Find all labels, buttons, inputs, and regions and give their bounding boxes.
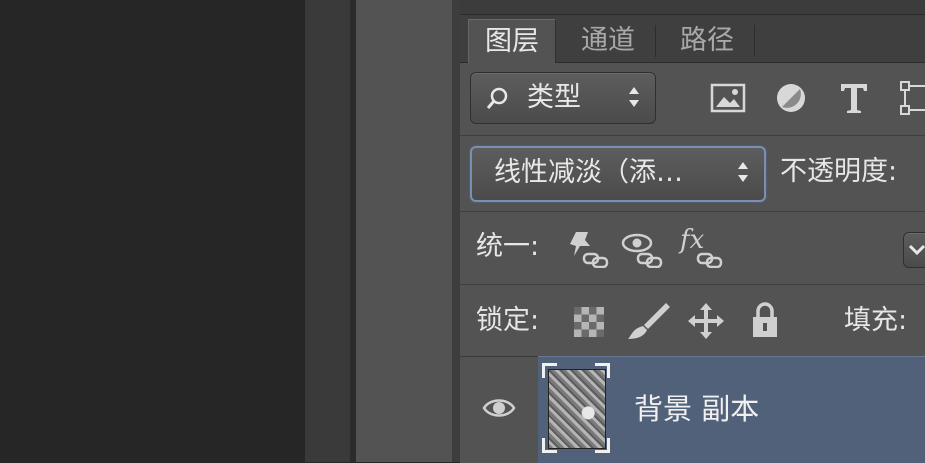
panel-tab-bar: 图层 通道 路径 [460,15,925,63]
thumbnail-corner-mark [595,363,610,378]
unify-position-icon[interactable] [566,226,612,268]
thumbnail-corner-mark [542,363,557,378]
type-filter-icon[interactable] [838,80,870,116]
unify-visibility-icon[interactable] [620,226,666,268]
lock-image-pixels-icon[interactable] [626,301,672,343]
layer-thumbnail[interactable] [542,363,610,453]
layer-selected-body[interactable]: 背景 副本 [538,356,925,463]
image-filter-icon[interactable] [710,82,746,114]
layer-row[interactable]: 背景 副本 [460,356,925,463]
lock-all-icon[interactable] [750,301,780,339]
search-icon [486,87,508,109]
collapsed-panel-dock [356,0,452,462]
eye-icon [482,399,516,417]
svg-text:fx: fx [678,225,705,255]
tab-channels[interactable]: 通道 [564,19,652,62]
panel-dock-divider-2 [452,0,460,462]
fill-label: 填充: [844,305,908,336]
stepper-arrows-icon [627,87,641,111]
layer-filter-row: 类型 [460,63,925,133]
blend-mode-select[interactable]: 线性减淡（添… [470,146,766,202]
panel-dock-gutter [305,0,350,462]
chevron-down-icon [908,244,925,256]
unify-row: 统一: fx [460,211,925,284]
unify-label: 统一: [476,231,540,262]
layers-panel: 图层 通道 路径 类型 线性减淡（添… 不透明度: 统一: fx 锁定: 填充:… [460,0,925,463]
blend-mode-row: 线性减淡（添… 不透明度: [460,135,925,211]
layer-visibility-toggle[interactable] [460,356,538,463]
opacity-label: 不透明度: [780,156,898,187]
blend-mode-label: 线性减淡（添… [494,157,683,188]
filter-kind-select[interactable]: 类型 [470,72,656,124]
tab-paths[interactable]: 路径 [663,19,751,62]
lock-label: 锁定: [476,305,540,336]
layer-name[interactable]: 背景 副本 [634,389,759,429]
tab-separator [655,25,656,57]
lock-position-icon[interactable] [686,301,726,341]
layer-thumbnail-image [548,369,606,449]
shape-filter-icon[interactable] [900,80,925,116]
tab-separator [754,25,755,57]
unify-style-icon[interactable]: fx [678,222,726,268]
stepper-arrows-icon [736,162,750,186]
thumbnail-corner-mark [542,438,557,453]
tab-layers[interactable]: 图层 [468,19,556,63]
unify-options-dropdown[interactable] [903,232,925,268]
document-canvas-area [0,0,305,462]
lock-transparent-pixels-icon[interactable] [574,307,604,337]
filter-kind-label: 类型 [527,82,581,113]
thumbnail-corner-mark [595,438,610,453]
lock-row: 锁定: 填充: [460,284,925,357]
panel-title-bar[interactable] [460,0,925,15]
adjustment-filter-icon[interactable] [774,81,808,115]
